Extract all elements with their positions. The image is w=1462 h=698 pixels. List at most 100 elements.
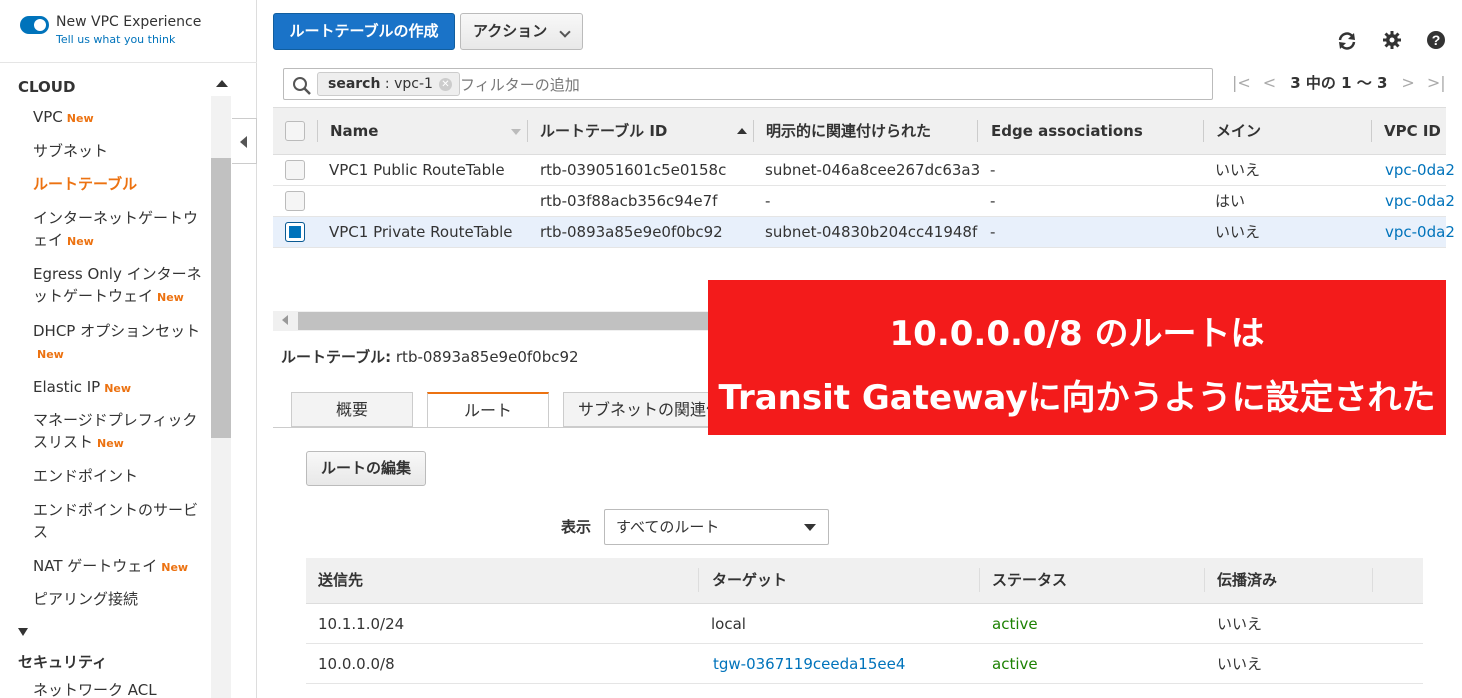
sidebar-item-nat-gateways[interactable]: NAT ゲートウェイ New [33, 555, 211, 579]
search-icon [293, 77, 311, 95]
table-row[interactable]: VPC1 Public RouteTable rtb-039051601c5e0… [273, 155, 1455, 186]
create-route-table-button[interactable]: ルートテーブルの作成 [273, 13, 455, 50]
column-target[interactable]: ターゲット [712, 558, 787, 603]
next-page-icon[interactable]: > [1401, 73, 1414, 92]
sidebar-item-internet-gateway[interactable]: インターネットゲートウェイ New [33, 207, 211, 253]
column-destination[interactable]: 送信先 [318, 558, 363, 603]
route-status: active [992, 615, 1038, 633]
feedback-link[interactable]: Tell us what you think [56, 33, 201, 46]
route-destination: 10.0.0.0/8 [318, 655, 395, 673]
route-status: active [992, 655, 1038, 673]
route-propagated: いいえ [1217, 615, 1263, 633]
grid-header: Name ルートテーブル ID 明示的に関連付けられた Edge associa… [273, 107, 1446, 155]
cell-main: いいえ [1215, 161, 1261, 179]
sort-asc-icon[interactable] [737, 128, 747, 134]
cell-assoc: subnet-04830b204cc41948f [765, 223, 978, 241]
route-destination: 10.1.1.0/24 [318, 615, 405, 633]
tab-subnet-associations[interactable]: サブネットの関連付 [563, 392, 713, 427]
last-page-icon[interactable]: >| [1427, 73, 1446, 92]
pager-text: 3 中の 1 ～ 3 [1290, 74, 1388, 92]
close-icon[interactable]: ✕ [438, 78, 452, 91]
column-main[interactable]: メイン [1216, 108, 1261, 154]
filter-chip[interactable]: search : vpc-1 ✕ [317, 72, 460, 96]
banner-line-1: 10.0.0.0/8 のルートは [889, 314, 1265, 354]
first-page-icon[interactable]: |< [1232, 73, 1251, 92]
cell-id: rtb-0893a85e9e0f0bc92 [540, 223, 723, 241]
section-security: セキュリティ [18, 653, 108, 671]
cell-vpc-link[interactable]: vpc-0da2 [1385, 217, 1455, 248]
sidebar-scroll-thumb[interactable] [211, 158, 231, 438]
new-vpc-toggle-row: New VPC Experience Tell us what you thin… [20, 14, 201, 46]
route-propagated: いいえ [1217, 655, 1263, 673]
gear-icon[interactable] [1382, 30, 1402, 50]
sidebar-item-route-tables[interactable]: ルートテーブル [33, 173, 211, 195]
chevron-down-icon[interactable] [18, 628, 28, 636]
section-cloud: CLOUD [18, 78, 76, 96]
sidebar-item-peering[interactable]: ピアリング接続 [33, 588, 211, 610]
prev-page-icon[interactable]: < [1263, 73, 1276, 92]
sidebar-item-vpc[interactable]: VPC New [33, 106, 211, 130]
filter-input[interactable]: フィルターの追加 [460, 74, 580, 95]
tab-summary[interactable]: 概要 [291, 392, 413, 427]
cell-name: VPC1 Private RouteTable [329, 223, 513, 241]
tab-routes[interactable]: ルート [427, 392, 549, 428]
route-row: 10.1.1.0/24 local active いいえ [306, 604, 1423, 644]
row-checkbox[interactable] [285, 160, 305, 180]
show-label: 表示 [561, 518, 592, 536]
cell-main: いいえ [1215, 223, 1261, 241]
route-target: local [711, 615, 746, 633]
route-row: 10.0.0.0/8 tgw-0367119ceeda15ee4 active … [306, 644, 1423, 684]
chevron-left-icon [240, 136, 247, 148]
new-vpc-toggle[interactable] [20, 16, 49, 34]
scroll-up-icon[interactable] [216, 80, 228, 87]
sidebar-item-endpoints[interactable]: エンドポイント [33, 465, 211, 487]
column-vpc-id[interactable]: VPC ID [1384, 108, 1441, 154]
column-status[interactable]: ステータス [992, 558, 1067, 603]
chevron-down-icon [559, 26, 571, 38]
routes-table-header: 送信先 ターゲット ステータス 伝播済み [306, 558, 1423, 604]
sidebar-item-subnets[interactable]: サブネット [33, 140, 211, 162]
sidebar-item-egress-only-igw[interactable]: Egress Only インターネットゲートウェイ New [33, 263, 211, 309]
table-row-selected[interactable]: VPC1 Private RouteTable rtb-0893a85e9e0f… [273, 217, 1455, 248]
tab-divider [273, 427, 713, 428]
svg-text:?: ? [1432, 32, 1441, 48]
column-explicit-assoc[interactable]: 明示的に関連付けられた [766, 108, 931, 154]
sort-icon[interactable] [511, 129, 521, 135]
help-icon[interactable]: ? [1426, 30, 1446, 50]
cell-vpc-link[interactable]: vpc-0da2 [1385, 155, 1455, 186]
banner-line-2: Transit Gatewayに向かうように設定された [718, 378, 1436, 418]
cell-main: はい [1215, 192, 1246, 210]
sidebar-item-endpoint-services[interactable]: エンドポイントのサービス [33, 499, 211, 543]
table-row[interactable]: rtb-03f88acb356c94e7f - - はい vpc-0da2 [273, 186, 1455, 217]
edit-routes-button[interactable]: ルートの編集 [306, 451, 426, 486]
route-target-link[interactable]: tgw-0367119ceeda15ee4 [713, 644, 905, 684]
row-checkbox-checked[interactable] [285, 222, 305, 242]
cell-name: VPC1 Public RouteTable [329, 161, 505, 179]
scroll-left-icon[interactable] [282, 315, 288, 325]
cell-edge: - [990, 192, 996, 210]
sidebar-item-elastic-ip[interactable]: Elastic IP New [33, 376, 211, 400]
cell-assoc: - [765, 192, 771, 210]
route-filter-select[interactable]: すべてのルート [604, 509, 829, 545]
cell-edge: - [990, 223, 996, 241]
column-edge-assoc[interactable]: Edge associations [991, 108, 1143, 154]
actions-button[interactable]: アクション [460, 13, 583, 50]
column-propagated[interactable]: 伝播済み [1217, 558, 1277, 603]
horizontal-scroll-thumb[interactable] [298, 312, 708, 330]
sidebar: New VPC Experience Tell us what you thin… [0, 0, 257, 698]
sidebar-item-managed-prefix-lists[interactable]: マネージドプレフィックスリスト New [33, 409, 211, 455]
pagination: |< < 3 中の 1 ～ 3 > >| [1226, 72, 1452, 93]
refresh-icon[interactable] [1336, 30, 1358, 52]
annotation-banner: 10.0.0.0/8 のルートは Transit Gatewayに向かうように設… [708, 280, 1446, 435]
cell-vpc-link[interactable]: vpc-0da2 [1385, 186, 1455, 217]
sidebar-item-dhcp-options[interactable]: DHCP オプションセット New [33, 320, 211, 366]
sidebar-item-network-acl[interactable]: ネットワーク ACL [33, 679, 211, 698]
row-checkbox[interactable] [285, 191, 305, 211]
column-route-table-id[interactable]: ルートテーブル ID [540, 108, 667, 154]
cell-id: rtb-039051601c5e0158c [540, 161, 727, 179]
filter-bar[interactable]: search : vpc-1 ✕ フィルターの追加 [283, 68, 1213, 100]
select-all-checkbox[interactable] [285, 121, 305, 141]
collapse-sidebar-button[interactable] [232, 118, 257, 164]
column-name[interactable]: Name [330, 108, 378, 154]
toggle-title: New VPC Experience [56, 14, 202, 30]
